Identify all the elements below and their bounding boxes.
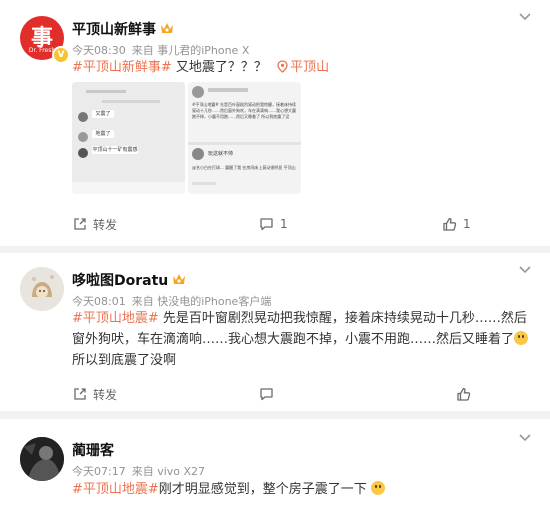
post-time[interactable]: 今天08:01 [72,295,126,308]
post-text: #平顶山地震# 先是百叶窗剧烈晃动把我惊醒，接着床持续晃动十几秒……然后窗外狗吠… [72,308,534,371]
post-body-tail: 所以到底震了没啊 [72,353,177,368]
footer-line [192,182,216,185]
avatar-illustration [20,267,64,311]
avatar [78,148,88,158]
vip-crown-icon [161,23,173,33]
avatar [78,132,88,142]
avatar [78,112,88,122]
post-meta: 今天08:30 来自 事儿君的iPhone X [72,42,249,58]
post-time[interactable]: 今天07:17 [72,465,126,478]
like-button[interactable] [456,383,471,405]
avatar[interactable] [20,437,64,481]
avatar[interactable] [20,267,64,311]
chat-bubble: 又震了 [92,110,114,118]
share-icon [74,388,86,400]
post-source: 来自 事儿君的iPhone X [131,44,250,57]
location-name: 平顶山 [290,60,330,75]
chat-bubble: 平顶山十一矿有震感 [92,146,138,154]
location-link[interactable]: 平顶山 [271,60,329,75]
repost-button[interactable]: 转发 [73,213,117,235]
comment-icon [260,388,273,401]
weibo-text: #平顶山地震# 先是百叶窗剧烈晃动把我惊醒，接着床持续晃动十几秒……然后窗外狗吠… [192,102,296,119]
post-time[interactable]: 今天08:30 [72,44,126,57]
post-card: 哆啦图Doratu 今天08:01 来自 快没电的iPhone客户端 #平顶山地震… [0,253,550,411]
repost-label: 转发 [93,387,118,402]
author-row: 蔺珊客 [72,440,114,460]
weibo-user: 玩这就不帅 [208,151,234,157]
weibo-feed: 事 Dr. Fresh V 平顶山新鲜事 今天08:30 来自 事儿君的iPhon… [0,0,550,509]
comment-count: 1 [280,217,288,231]
post-meta: 今天08:01 来自 快没电的iPhone客户端 [72,293,271,309]
author-row: 哆啦图Doratu [72,270,186,290]
chat-meta-line [102,100,160,103]
emoji-icon [514,331,529,345]
avatar [192,148,204,160]
chat-background [72,82,185,194]
post-meta: 今天07:17 来自 vivo X27 [72,463,205,479]
post-body: 又地震了？？？ [171,60,267,75]
chat-bubble: 地震了 [92,130,114,138]
repost-button[interactable]: 转发 [73,383,117,405]
post-text: #平顶山地震#刚才明显感觉到，整个房子震了一下 [72,479,534,500]
action-bar: 转发 1 1 [0,213,550,235]
repost-label: 转发 [93,217,118,232]
vip-crown-icon [173,274,186,284]
avatar-illustration [20,437,64,481]
weibo-reply: @名小白在打球... 震醒了我 在房间床上晃动很明显 平顶山 [192,165,296,170]
post-image-1[interactable]: 又震了 地震了 平顶山十一矿有震感 [72,82,185,194]
topic-tag[interactable]: #平顶山地震# [72,311,159,326]
thumbs-up-icon [457,387,471,401]
avatar [192,86,204,98]
comment-button[interactable] [259,383,274,405]
divider [188,142,301,145]
post-source: 来自 快没电的iPhone客户端 [131,295,272,308]
author-row: 平顶山新鲜事 [72,19,174,39]
action-bar: 转发 [0,383,550,405]
author-name[interactable]: 哆啦图Doratu [72,273,168,289]
like-count: 1 [463,217,471,231]
chevron-down-icon[interactable] [518,12,532,22]
chat-input-bar [72,182,185,194]
post-card: 蔺珊客 今天07:17 来自 vivo X27 #平顶山地震#刚才明显感觉到，整个… [0,419,550,509]
author-name[interactable]: 平顶山新鲜事 [72,22,156,38]
comment-icon [260,218,273,231]
topic-tag[interactable]: #平顶山地震# [72,482,159,497]
emoji-icon [370,481,385,495]
post-card: 事 Dr. Fresh V 平顶山新鲜事 今天08:30 来自 事儿君的iPhon… [0,0,550,246]
verified-badge: V [52,46,70,64]
thumbs-up-icon [443,217,457,231]
post-text: #平顶山新鲜事# 又地震了？？？ 平顶山 [72,57,534,78]
header-line [208,88,248,92]
topic-tag[interactable]: #平顶山新鲜事# [72,60,172,75]
post-image-2[interactable]: #平顶山地震# 先是百叶窗剧烈晃动把我惊醒，接着床持续晃动十几秒……然后窗外狗吠… [188,82,301,194]
post-body: 刚才明显感觉到，整个房子震了一下 [158,482,367,497]
post-source: 来自 vivo X27 [131,465,206,478]
chevron-down-icon[interactable] [518,433,532,443]
author-name[interactable]: 蔺珊客 [72,443,114,459]
chat-header-line [86,90,126,93]
like-button[interactable]: 1 [442,213,471,235]
chevron-down-icon[interactable] [518,265,532,275]
share-icon [74,218,86,230]
comment-button[interactable]: 1 [259,213,288,235]
location-pin-icon [277,60,288,73]
